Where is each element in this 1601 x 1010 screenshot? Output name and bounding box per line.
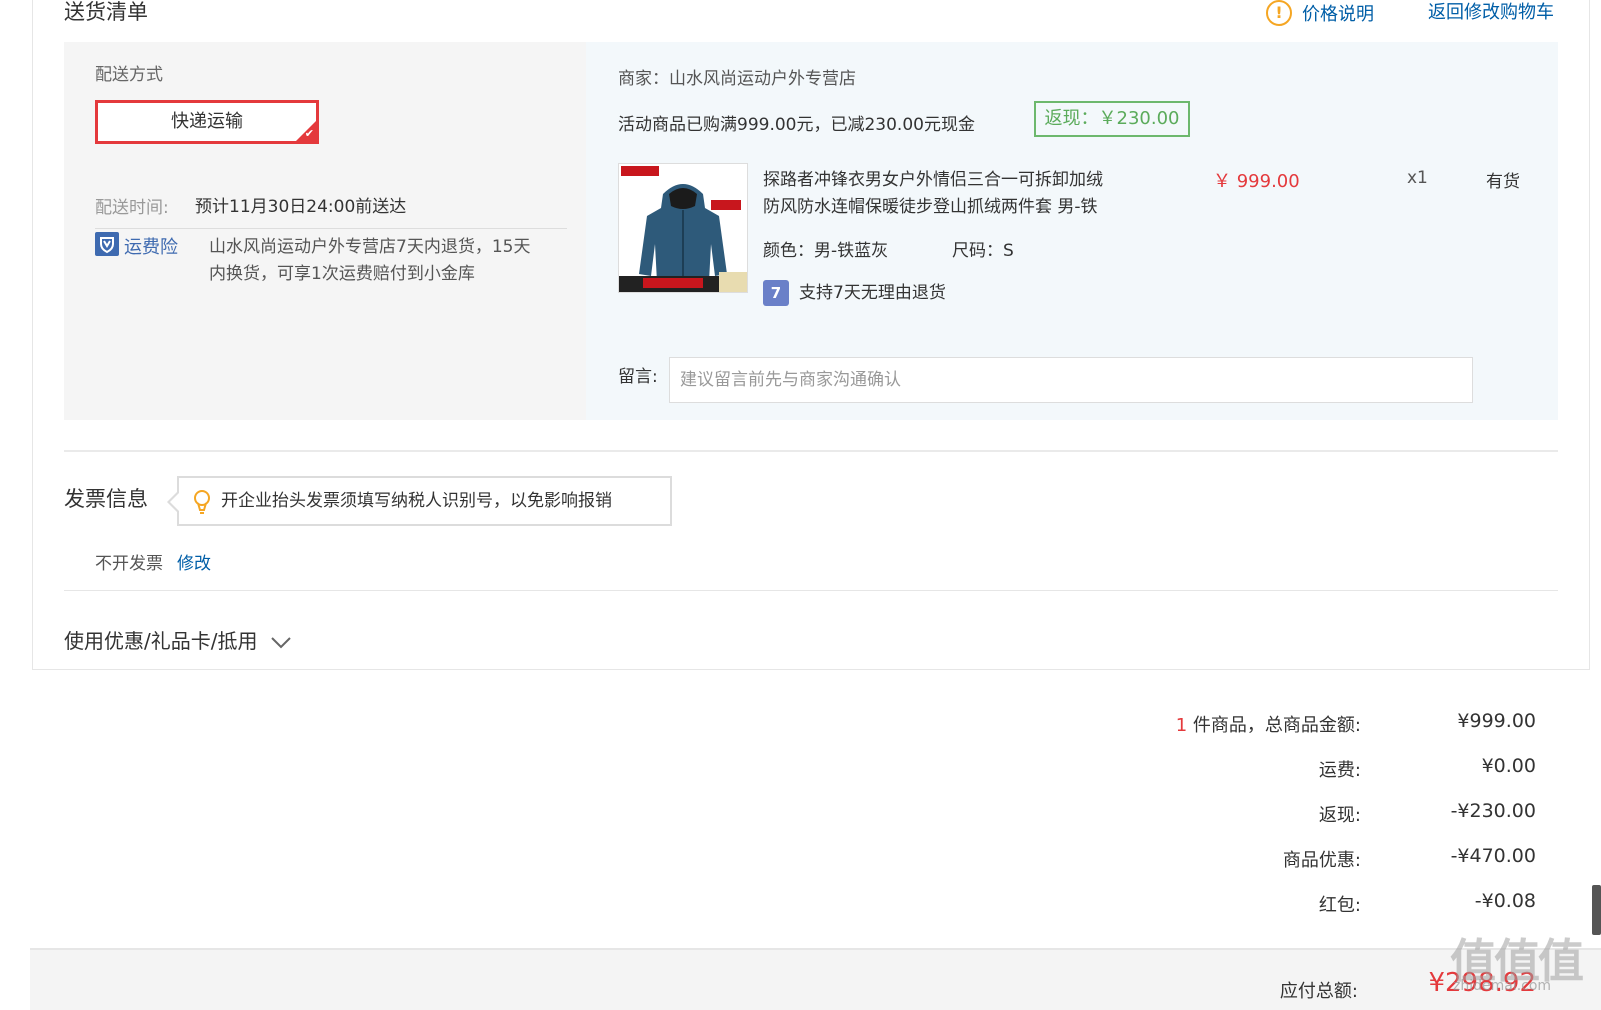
product-quantity: x1 [1407, 168, 1428, 188]
delivery-panel [64, 42, 586, 420]
insurance-text-line2: 内换货，可享1次运费赔付到小金库 [209, 264, 475, 284]
discounts-toggle[interactable]: 使用优惠/礼品卡/抵用 [64, 625, 292, 654]
product-stock: 有货 [1486, 172, 1520, 192]
lightbulb-icon [194, 490, 210, 514]
summary-shipping-value: ¥0.00 [1481, 755, 1536, 777]
product-title-line2[interactable]: 防风防水连帽保暖徒步登山抓绒两件套 男-铁 [763, 192, 1098, 217]
check-icon: ✔ [304, 127, 314, 140]
promo-text: 活动商品已购满999.00元，已减230.00元现金 [618, 115, 975, 135]
section-title-shipping-list: 送货清单 [64, 0, 148, 24]
invoice-title: 发票信息 [64, 487, 148, 511]
product-color: 颜色：男-铁蓝灰 [763, 241, 889, 261]
payable-label: 应付总额: [1279, 981, 1358, 1002]
product-size: 尺码：S [952, 241, 1014, 261]
summary-count-label: 件商品，总商品金额: [1192, 715, 1361, 736]
note-input[interactable] [669, 357, 1473, 403]
delivery-time-value: 预计11月30日24:00前送达 [195, 197, 407, 217]
product-price: ￥ 999.00 [1213, 171, 1300, 192]
jacket-image-icon [619, 164, 747, 292]
invoice-status: 不开发票 [95, 554, 163, 574]
back-to-cart-link[interactable]: 返回修改购物车 [1428, 0, 1554, 24]
invoice-tip: 开企业抬头发票须填写纳税人识别号，以免影响报销 [167, 476, 672, 526]
product-title-line1[interactable]: 探路者冲锋衣男女户外情侣三合一可拆卸加绒 [763, 165, 1103, 190]
invoice-edit-link[interactable]: 修改 [177, 549, 211, 574]
delivery-method-label: 配送方式 [95, 65, 163, 85]
delivery-time-label: 配送时间: [95, 198, 169, 218]
delivery-method-value: 快递运输 [171, 111, 243, 132]
summary-rebate-label: 返现: [1318, 805, 1361, 826]
return-policy-text: 支持7天无理由退货 [799, 283, 946, 303]
price-note-link[interactable]: 价格说明 [1302, 0, 1374, 26]
discounts-title: 使用优惠/礼品卡/抵用 [64, 629, 258, 653]
summary-discount-label: 商品优惠: [1282, 850, 1361, 871]
section-divider [64, 450, 1558, 452]
rebate-badge: 返现：￥230.00 [1034, 101, 1190, 137]
delivery-divider [95, 228, 567, 229]
invoice-tip-text: 开企业抬头发票须填写纳税人识别号，以免影响报销 [221, 491, 612, 511]
note-label: 留言: [618, 367, 658, 387]
summary-total-value: ¥999.00 [1457, 710, 1536, 732]
summary-redpacket-value: -¥0.08 [1474, 890, 1536, 912]
seven-day-return-icon: 7 [763, 280, 789, 306]
insurance-text-line1: 山水风尚运动户外专营店7天内退货，15天 [209, 237, 531, 257]
chevron-down-icon [271, 636, 291, 648]
delivery-method-express-button[interactable]: 快递运输 ✔ [95, 100, 319, 144]
summary-item-count: 1 [1175, 715, 1188, 736]
summary-total-label: 1 件商品，总商品金额: [1176, 711, 1361, 737]
watermark-url: zhidemai.com [1453, 978, 1552, 994]
warning-icon: ! [1266, 0, 1292, 26]
summary-shipping-label: 运费: [1318, 760, 1361, 781]
product-image[interactable] [618, 163, 748, 293]
merchant-name: 商家：山水风尚运动户外专营店 [618, 69, 856, 89]
shield-icon [95, 232, 119, 256]
payable-footer [30, 948, 1601, 1010]
summary-discount-value: -¥470.00 [1450, 845, 1536, 867]
summary-rebate-value: -¥230.00 [1450, 800, 1536, 822]
shipping-insurance-label[interactable]: 运费险 [124, 233, 178, 259]
summary-redpacket-label: 红包: [1318, 895, 1361, 916]
section-divider-2 [64, 590, 1558, 591]
scrollbar-thumb[interactable] [1592, 885, 1601, 935]
